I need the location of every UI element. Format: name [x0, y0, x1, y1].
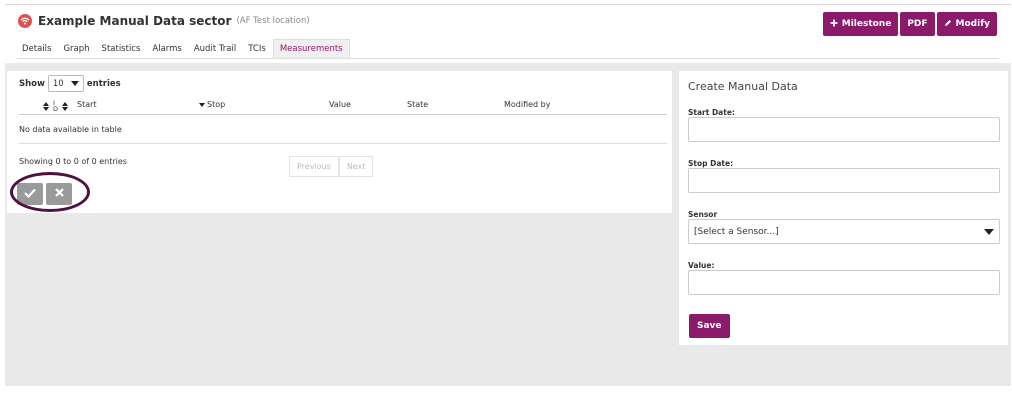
pdf-label: PDF [907, 19, 928, 29]
sort-icon [62, 101, 69, 111]
stop-date-label: Stop Date: [688, 159, 734, 168]
table-header: ID Start Stop Value State Modified by [19, 95, 667, 115]
milestone-button[interactable]: Milestone [822, 12, 899, 36]
modify-label: Modify [955, 19, 990, 29]
column-header-id[interactable]: ID [43, 99, 69, 113]
table-info: Showing 0 to 0 of 0 entries [19, 157, 127, 166]
tab-bar: Details Graph Statistics Alarms Audit Tr… [17, 39, 999, 59]
plus-icon [830, 19, 838, 30]
id-sort-glyph: ID [53, 99, 59, 113]
start-date-input[interactable] [688, 117, 1000, 142]
column-header-value[interactable]: Value [329, 100, 351, 109]
chevron-down-icon [984, 228, 994, 235]
title-row: Example Manual Data sector (AF Test loca… [18, 14, 310, 28]
page-length-value: 10 [52, 78, 64, 89]
page-length-control: Show 10 entries [19, 75, 121, 92]
modify-button[interactable]: Modify [936, 12, 997, 36]
next-button[interactable]: Next [338, 156, 374, 177]
header-actions: Milestone PDF Modify [822, 12, 997, 36]
create-manual-data-panel: Create Manual Data Start Date: Stop Date… [679, 71, 1008, 345]
tab-statistics[interactable]: Statistics [97, 40, 146, 58]
sensor-select-value: [Select a Sensor...] [694, 226, 779, 237]
table-empty-row: No data available in table [19, 116, 667, 144]
wifi-icon [18, 14, 32, 28]
tab-graph[interactable]: Graph [58, 40, 94, 58]
pencil-icon [944, 19, 952, 30]
tab-details[interactable]: Details [17, 40, 56, 58]
previous-button[interactable]: Previous [289, 156, 339, 177]
tab-alarms[interactable]: Alarms [147, 40, 186, 58]
stop-date-input[interactable] [688, 168, 1000, 193]
tab-tcis[interactable]: TCIs [243, 40, 271, 58]
column-header-start[interactable]: Start [77, 100, 97, 109]
form-title: Create Manual Data [688, 80, 798, 93]
pdf-button[interactable]: PDF [900, 12, 935, 36]
page-title: Example Manual Data sector [38, 14, 232, 28]
sort-desc-icon [199, 102, 205, 107]
highlight-annotation [10, 172, 90, 212]
start-date-label: Start Date: [688, 108, 735, 117]
milestone-label: Milestone [841, 19, 892, 29]
page-length-select[interactable]: 10 [47, 75, 84, 92]
page-header: Example Manual Data sector (AF Test loca… [5, 5, 1011, 63]
measurements-table-panel: Show 10 entries ID Start Stop Value Stat… [7, 71, 672, 213]
page-subtitle: (AF Test location) [236, 16, 310, 26]
column-header-stop[interactable]: Stop [199, 100, 225, 109]
sensor-select[interactable]: [Select a Sensor...] [688, 219, 1000, 244]
save-button[interactable]: Save [689, 314, 730, 338]
entries-label: entries [86, 78, 121, 89]
pagination: Previous Next [289, 156, 374, 177]
tab-audit-trail[interactable]: Audit Trail [189, 40, 241, 58]
sort-icon [43, 101, 49, 111]
column-header-modified-by[interactable]: Modified by [504, 100, 551, 109]
value-label: Value: [688, 261, 715, 270]
sensor-label: Sensor [688, 210, 718, 219]
show-label: Show [19, 78, 45, 89]
chevron-down-icon [70, 81, 79, 86]
column-header-state[interactable]: State [407, 100, 428, 109]
tab-measurements[interactable]: Measurements [272, 39, 350, 58]
value-input[interactable] [688, 270, 1000, 295]
